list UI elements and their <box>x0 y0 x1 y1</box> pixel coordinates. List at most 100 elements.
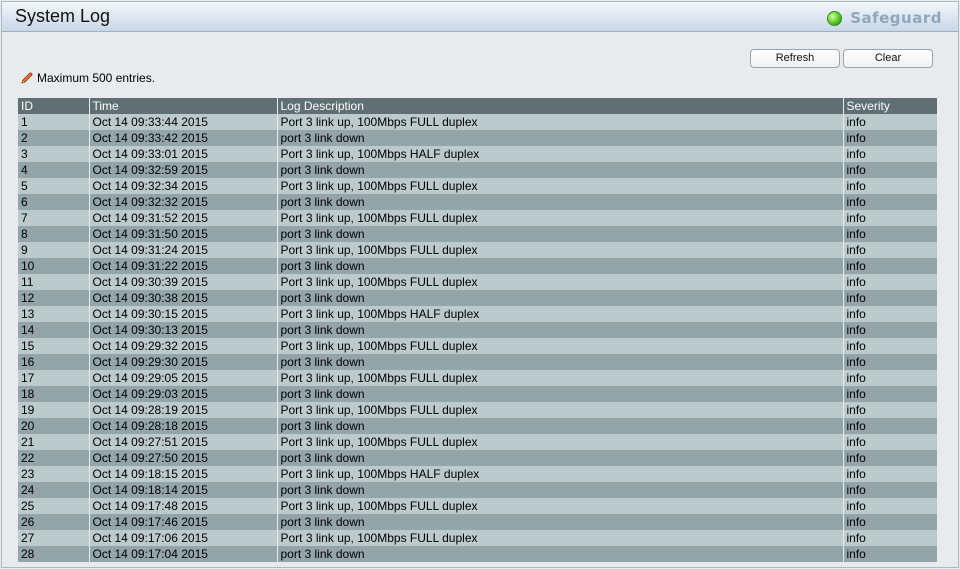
severity-cell: info <box>843 434 937 450</box>
time-cell: Oct 14 09:32:59 2015 <box>89 162 278 178</box>
severity-cell: info <box>843 274 937 290</box>
time-cell: Oct 14 09:32:32 2015 <box>89 194 278 210</box>
time-cell: Oct 14 09:30:13 2015 <box>89 322 278 338</box>
severity-cell: info <box>843 466 937 482</box>
id-cell: 7 <box>18 210 90 226</box>
table-row: 13 Oct 14 09:30:15 2015 Port 3 link up, 10… <box>18 306 937 322</box>
description-cell: Port 3 link up, 100Mbps HALF duplex <box>277 466 844 482</box>
brand-name: Safeguard <box>850 9 942 27</box>
id-cell: 4 <box>18 162 90 178</box>
severity-cell: info <box>843 338 937 354</box>
description-cell: port 3 link down <box>277 194 844 210</box>
table-row: 19 Oct 14 09:28:19 2015 Port 3 link up, 10… <box>18 402 937 418</box>
table-row: 6 Oct 14 09:32:32 2015 port 3 link down inf… <box>18 194 937 210</box>
severity-cell: info <box>843 178 937 194</box>
id-cell: 16 <box>18 354 90 370</box>
description-cell: Port 3 link up, 100Mbps FULL duplex <box>277 242 844 258</box>
severity-cell: info <box>843 146 937 162</box>
id-cell: 27 <box>18 530 90 546</box>
severity-cell: info <box>843 242 937 258</box>
id-cell: 2 <box>18 130 90 146</box>
description-cell: port 3 link down <box>277 514 844 530</box>
severity-cell: info <box>843 530 937 546</box>
table-row: 2 Oct 14 09:33:42 2015 port 3 link down inf… <box>18 130 937 146</box>
description-cell: Port 3 link up, 100Mbps FULL duplex <box>277 210 844 226</box>
time-cell: Oct 14 09:28:18 2015 <box>89 418 278 434</box>
refresh-button[interactable]: Refresh <box>750 49 840 68</box>
severity-cell: info <box>843 402 937 418</box>
table-row: 28 Oct 14 09:17:04 2015 port 3 link down in… <box>18 546 937 562</box>
id-cell: 6 <box>18 194 90 210</box>
description-cell: Port 3 link up, 100Mbps HALF duplex <box>277 306 844 322</box>
description-cell: Port 3 link up, 100Mbps FULL duplex <box>277 178 844 194</box>
table-row: 3 Oct 14 09:33:01 2015 Port 3 link up, 100… <box>18 146 937 162</box>
description-cell: port 3 link down <box>277 386 844 402</box>
severity-cell: info <box>843 418 937 434</box>
description-cell: Port 3 link up, 100Mbps HALF duplex <box>277 146 844 162</box>
table-row: 12 Oct 14 09:30:38 2015 port 3 link down in… <box>18 290 937 306</box>
description-cell: port 3 link down <box>277 130 844 146</box>
description-cell: Port 3 link up, 100Mbps FULL duplex <box>277 114 844 130</box>
severity-cell: info <box>843 130 937 146</box>
table-row: 15 Oct 14 09:29:32 2015 Port 3 link up, 10… <box>18 338 937 354</box>
system-log-table: ID Time Log Description Severity 1 Oct 14… <box>18 98 937 562</box>
severity-cell: info <box>843 226 937 242</box>
note-text: Maximum 500 entries. <box>37 71 156 85</box>
table-row: 20 Oct 14 09:28:18 2015 port 3 link down in… <box>18 418 937 434</box>
table-header-row: ID Time Log Description Severity <box>18 98 937 114</box>
severity-cell: info <box>843 258 937 274</box>
table-row: 24 Oct 14 09:18:14 2015 port 3 link down in… <box>18 482 937 498</box>
description-cell: Port 3 link up, 100Mbps FULL duplex <box>277 370 844 386</box>
severity-cell: info <box>843 498 937 514</box>
time-cell: Oct 14 09:33:01 2015 <box>89 146 278 162</box>
time-cell: Oct 14 09:31:24 2015 <box>89 242 278 258</box>
table-row: 25 Oct 14 09:17:48 2015 Port 3 link up, 10… <box>18 498 937 514</box>
severity-cell: info <box>843 306 937 322</box>
time-cell: Oct 14 09:28:19 2015 <box>89 402 278 418</box>
time-cell: Oct 14 09:17:06 2015 <box>89 530 278 546</box>
id-cell: 24 <box>18 482 90 498</box>
header-id: ID <box>18 98 90 114</box>
table-row: 4 Oct 14 09:32:59 2015 port 3 link down inf… <box>18 162 937 178</box>
id-cell: 17 <box>18 370 90 386</box>
severity-cell: info <box>843 386 937 402</box>
id-cell: 10 <box>18 258 90 274</box>
time-cell: Oct 14 09:30:39 2015 <box>89 274 278 290</box>
description-cell: Port 3 link up, 100Mbps FULL duplex <box>277 434 844 450</box>
table-row: 26 Oct 14 09:17:46 2015 port 3 link down in… <box>18 514 937 530</box>
severity-cell: info <box>843 354 937 370</box>
severity-cell: info <box>843 322 937 338</box>
time-cell: Oct 14 09:33:44 2015 <box>89 114 278 130</box>
table-row: 9 Oct 14 09:31:24 2015 Port 3 link up, 100… <box>18 242 937 258</box>
header-time: Time <box>89 98 278 114</box>
severity-cell: info <box>843 546 937 562</box>
description-cell: port 3 link down <box>277 450 844 466</box>
severity-cell: info <box>843 114 937 130</box>
table-row: 11 Oct 14 09:30:39 2015 Port 3 link up, 10… <box>18 274 937 290</box>
time-cell: Oct 14 09:18:14 2015 <box>89 482 278 498</box>
time-cell: Oct 14 09:30:15 2015 <box>89 306 278 322</box>
description-cell: port 3 link down <box>277 322 844 338</box>
time-cell: Oct 14 09:18:15 2015 <box>89 466 278 482</box>
id-cell: 21 <box>18 434 90 450</box>
id-cell: 19 <box>18 402 90 418</box>
table-row: 8 Oct 14 09:31:50 2015 port 3 link down inf… <box>18 226 937 242</box>
time-cell: Oct 14 09:29:32 2015 <box>89 338 278 354</box>
table-body: 1 Oct 14 09:33:44 2015 Port 3 link up, 100… <box>18 114 937 562</box>
time-cell: Oct 14 09:17:04 2015 <box>89 546 278 562</box>
time-cell: Oct 14 09:32:34 2015 <box>89 178 278 194</box>
time-cell: Oct 14 09:30:38 2015 <box>89 290 278 306</box>
id-cell: 28 <box>18 546 90 562</box>
id-cell: 23 <box>18 466 90 482</box>
description-cell: Port 3 link up, 100Mbps FULL duplex <box>277 530 844 546</box>
description-cell: port 3 link down <box>277 162 844 178</box>
table-row: 16 Oct 14 09:29:30 2015 port 3 link down in… <box>18 354 937 370</box>
status-led-icon <box>827 10 843 26</box>
clear-button[interactable]: Clear <box>843 49 933 68</box>
time-cell: Oct 14 09:27:50 2015 <box>89 450 278 466</box>
id-cell: 20 <box>18 418 90 434</box>
id-cell: 11 <box>18 274 90 290</box>
severity-cell: info <box>843 482 937 498</box>
table-row: 7 Oct 14 09:31:52 2015 Port 3 link up, 100… <box>18 210 937 226</box>
table-row: 22 Oct 14 09:27:50 2015 port 3 link down in… <box>18 450 937 466</box>
